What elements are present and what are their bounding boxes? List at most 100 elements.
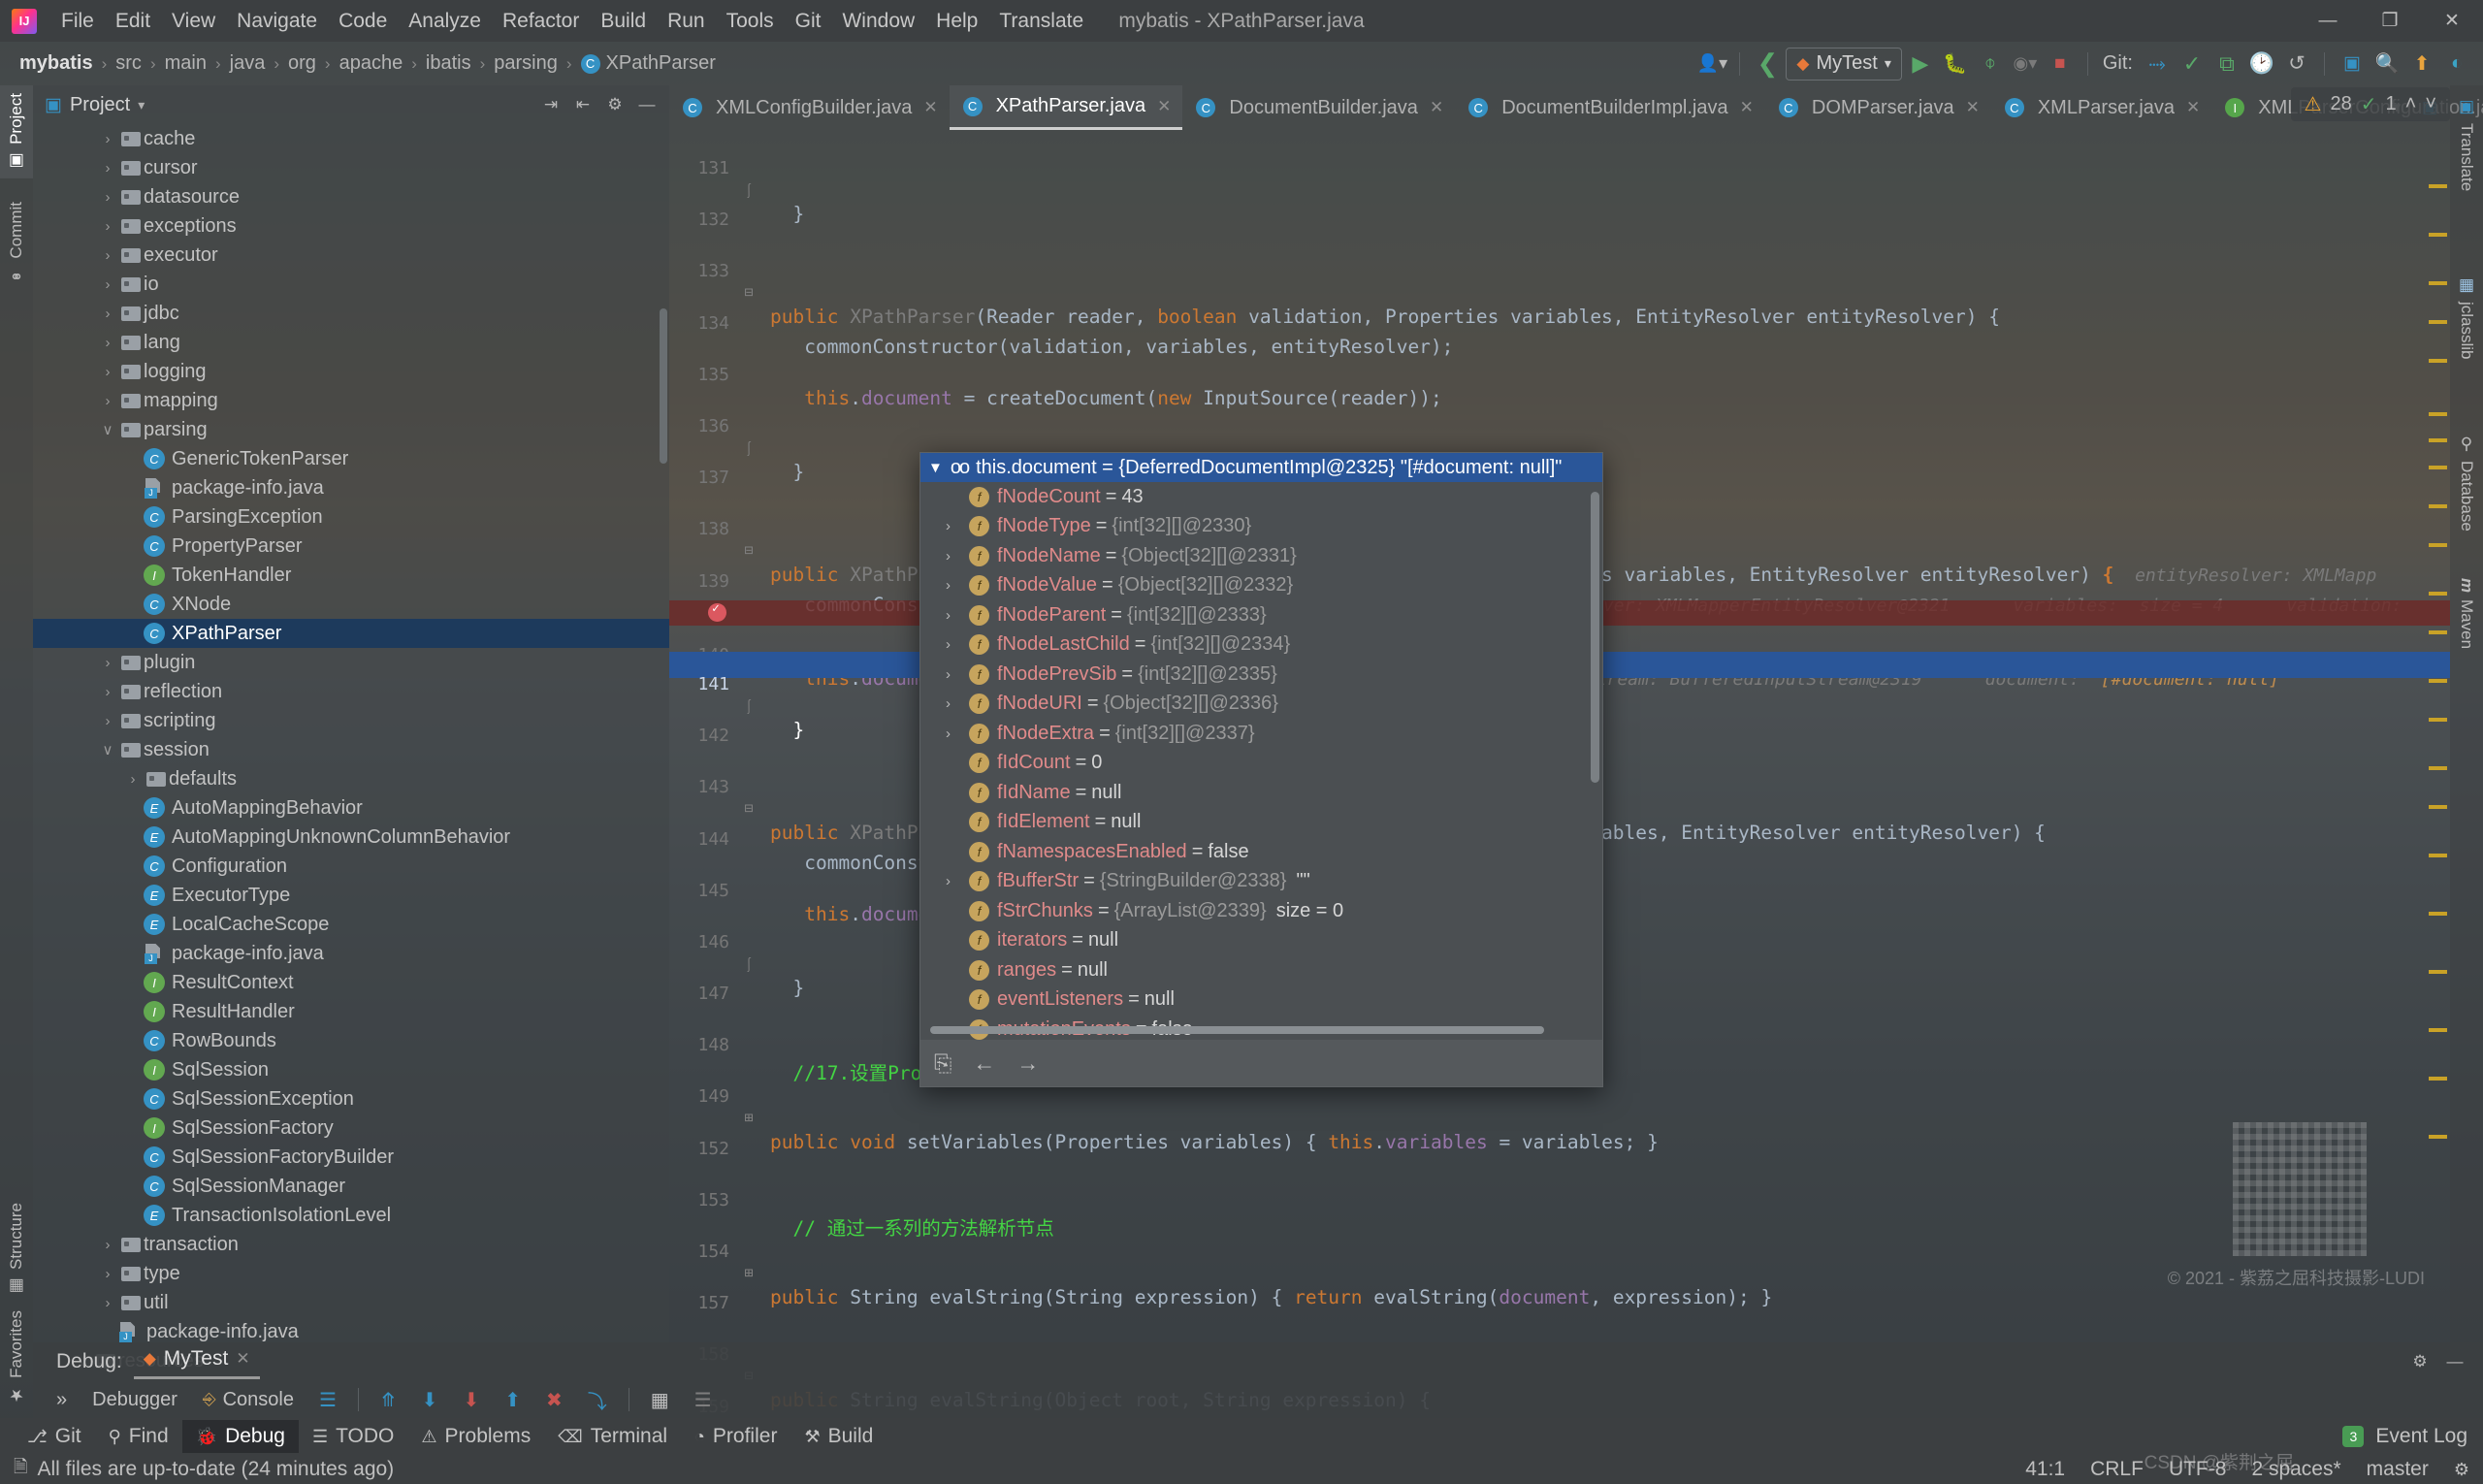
chevron-right-icon[interactable]: › [97,393,118,409]
sidebar-item-commit[interactable]: ⚭ Commit [0,194,33,293]
chevron-right-icon[interactable]: › [946,726,969,742]
debug-variable-row[interactable]: f iterators = null [920,926,1602,956]
evaluate-icon[interactable]: ▦ [641,1386,679,1414]
tab-debugger[interactable]: Debugger [82,1387,187,1413]
project-scrollbar[interactable] [660,308,667,464]
debug-variable-row[interactable]: › f fNodePrevSib = {int[32][]@2335} [920,660,1602,690]
tree-item[interactable]: › scripting [33,706,669,735]
chevron-right-icon[interactable]: › [97,276,118,293]
sidebar-item-translate[interactable]: ▣ Translate [2450,89,2483,199]
chevron-right-icon[interactable]: › [946,518,969,534]
coverage-icon[interactable]: ⌽ [1974,48,2007,81]
tree-item[interactable]: ∨ parsing [33,415,669,444]
editor-tab[interactable]: C DocumentBuilderImpl.java ✕ [1455,85,1765,130]
chevron-right-icon[interactable]: › [97,306,118,322]
close-icon[interactable]: ✕ [1740,98,1754,117]
menu-item-tools[interactable]: Tools [716,6,785,37]
tree-item[interactable]: I SqlSessionFactory [33,1113,669,1143]
code-marker[interactable] [2429,970,2447,974]
tree-item[interactable]: C XNode [33,590,669,619]
code-marker[interactable] [2429,592,2447,596]
chevron-down-icon[interactable]: ∨ [97,421,118,438]
chevron-right-icon[interactable]: › [122,771,144,788]
tree-item[interactable]: › exceptions [33,211,669,241]
menu-item-view[interactable]: View [161,6,226,37]
breadcrumb-item-ibatis[interactable]: ibatis [422,50,475,77]
force-step-into-icon[interactable]: ⬇ [453,1386,489,1414]
menu-item-build[interactable]: Build [590,6,657,37]
user-icon[interactable]: 👤▾ [1695,48,1728,81]
popup-vertical-scrollbar[interactable] [1591,492,1599,783]
code-marker[interactable] [2429,766,2447,770]
maximize-button[interactable]: ❐ [2359,0,2421,42]
tool-button-build[interactable]: ⚒ Build [790,1420,887,1453]
tree-item[interactable]: › logging [33,357,669,386]
expand-all-icon[interactable]: ⇥ [536,90,565,119]
editor-tab[interactable]: C XPathParser.java ✕ [949,85,1183,130]
tree-item[interactable]: I ResultHandler [33,997,669,1026]
sidebar-item-project[interactable]: ▣ Project [0,85,33,178]
debug-variable-row[interactable]: f fNodeCount = 43 [920,482,1602,512]
chevron-right-icon[interactable]: › [946,548,969,565]
code-marker[interactable] [2429,504,2447,508]
tree-item[interactable]: C XPathParser [33,619,669,648]
tree-item[interactable]: C PropertyParser [33,532,669,561]
debug-variable-row[interactable]: f fStrChunks = {ArrayList@2339} size = 0 [920,896,1602,926]
chevron-right-icon[interactable]: › [97,1237,118,1253]
chevron-down-icon[interactable]: ▼ [928,460,943,476]
run-to-cursor-icon[interactable]: ⤵ [578,1384,617,1416]
code-marker[interactable] [2429,630,2447,634]
chevron-right-icon[interactable]: › [97,364,118,380]
code-marker[interactable] [2429,320,2447,324]
gear-icon[interactable]: ⚙ [2405,1347,2435,1376]
jump-to-source-icon[interactable]: ⎘ [934,1050,951,1077]
chevron-right-icon[interactable]: › [97,160,118,177]
editor-tab[interactable]: C DOMParser.java ✕ [1765,85,1991,130]
chevron-right-icon[interactable]: › [97,335,118,351]
tree-item[interactable]: I SqlSession [33,1055,669,1084]
step-over-icon[interactable]: ⤊ [371,1386,406,1414]
editor-tab[interactable]: C DocumentBuilder.java ✕ [1182,85,1455,130]
tree-item[interactable]: › datasource [33,182,669,211]
tree-item[interactable]: › lang [33,328,669,357]
menu-item-window[interactable]: Window [831,6,925,37]
chevron-down-icon[interactable]: ▾ [138,97,145,113]
code-marker[interactable] [2429,438,2447,442]
debug-variables-list[interactable]: f fNodeCount = 43 › f fNodeType = {int[32][]@233… [920,482,1602,1040]
project-tree[interactable]: › cache › cursor › datasource › exceptions › exec… [33,124,669,1418]
debug-variable-row[interactable]: f fIdName = null [920,778,1602,808]
tree-item[interactable]: › cache [33,124,669,153]
line-separator[interactable]: CRLF [2090,1458,2144,1481]
inspection-widget[interactable]: ⚠ 28 ✓ 1 ˄ ˅ [2290,87,2450,121]
back-arrow-icon[interactable]: ❮ [1751,48,1784,81]
tree-item[interactable]: › io [33,270,669,299]
chevron-right-icon[interactable]: › [946,636,969,653]
breadcrumb-item-apache[interactable]: apache [336,50,407,77]
debug-variable-row[interactable]: f fIdCount = 0 [920,749,1602,779]
debug-icon[interactable]: 🐛 [1939,48,1972,81]
chevron-down-icon[interactable]: ∨ [97,741,118,758]
code-marker[interactable] [2429,718,2447,722]
tree-item[interactable]: E LocalCacheScope [33,910,669,939]
debug-variable-row[interactable]: › f fNodeURI = {Object[32][]@2336} [920,690,1602,720]
event-log-button[interactable]: Event Log [2375,1425,2467,1448]
code-marker[interactable] [2429,1028,2447,1032]
translate-icon[interactable]: ▣ [2336,48,2369,81]
tree-item[interactable]: E AutoMappingUnknownColumnBehavior [33,823,669,852]
debug-variable-row[interactable]: › f fNodeType = {int[32][]@2330} [920,512,1602,542]
tree-item[interactable]: › plugin [33,648,669,677]
chevron-right-icon[interactable]: › [97,655,118,671]
debug-variable-row[interactable]: f fNamespacesEnabled = false [920,837,1602,867]
code-marker[interactable] [2429,466,2447,469]
tree-item[interactable]: › type [33,1259,669,1288]
tool-button-todo[interactable]: ☰ TODO [299,1420,407,1453]
tree-item[interactable]: C SqlSessionManager [33,1172,669,1201]
chevron-right-icon[interactable]: › [97,218,118,235]
chevron-right-icon[interactable]: › [97,1266,118,1282]
drop-frame-icon[interactable]: ✖ [536,1386,572,1414]
close-icon[interactable]: ✕ [923,98,937,117]
tree-item[interactable]: C SqlSessionFactoryBuilder [33,1143,669,1172]
stop-icon[interactable]: ■ [2044,48,2077,81]
tool-button-git[interactable]: ⎇ Git [14,1420,95,1453]
chevron-right-icon[interactable]: › [946,666,969,683]
